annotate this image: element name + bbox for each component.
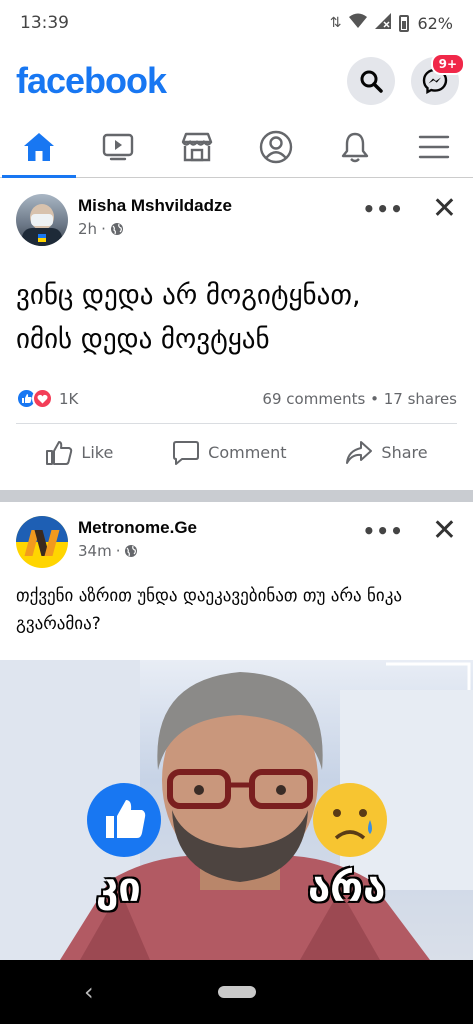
more-options-icon[interactable]: •••: [363, 199, 404, 219]
comment-button[interactable]: Comment: [172, 440, 287, 466]
dot-separator: ·: [101, 220, 106, 238]
main-nav: [0, 116, 473, 178]
answer-no-label: არა: [308, 865, 386, 911]
header-actions: 9+: [347, 53, 465, 105]
share-button[interactable]: Share: [345, 440, 428, 466]
post-header: Misha Mshvildadze 2h · ••• ✕: [0, 178, 473, 246]
tab-marketplace[interactable]: [158, 116, 236, 178]
status-time: 13:39: [20, 13, 69, 33]
hamburger-menu-icon: [418, 135, 449, 158]
search-button[interactable]: [347, 57, 395, 105]
facebook-logo[interactable]: facebook: [16, 60, 167, 102]
messenger-badge: 9+: [430, 53, 465, 75]
love-reaction-icon: [32, 388, 53, 409]
battery-icon: [399, 14, 410, 32]
reaction-icons: [16, 388, 53, 409]
globe-icon: [125, 545, 138, 557]
comments-shares-count[interactable]: 69 comments • 17 shares: [262, 390, 457, 408]
post-action-bar: Like Comment Share: [16, 423, 457, 481]
wifi-icon: [349, 13, 368, 33]
search-icon: [360, 70, 383, 93]
signal-icon: [375, 13, 392, 33]
author-name[interactable]: Misha Mshvildadze: [78, 196, 232, 216]
status-bar: 13:39 ⇅ 62%: [0, 0, 473, 46]
post-top-actions: ••• ✕: [363, 194, 458, 224]
post-header: Metronome.Ge 34m · ••• ✕: [0, 502, 473, 568]
tab-home[interactable]: [0, 116, 78, 178]
thumbs-up-icon: [46, 440, 73, 465]
tab-menu[interactable]: [395, 116, 473, 178]
bell-icon: [341, 132, 368, 162]
post-image[interactable]: კი არა: [0, 660, 473, 960]
post-text-line-1: ვინც დედა არ მოგიტყნათ,: [16, 280, 361, 311]
more-options-icon[interactable]: •••: [363, 521, 404, 541]
comment-label: Comment: [208, 443, 287, 462]
avatar[interactable]: [16, 516, 68, 568]
share-icon: [346, 440, 373, 464]
author-name[interactable]: Metronome.Ge: [78, 518, 197, 538]
store-icon: [181, 132, 213, 161]
post-text: თქვენი აზრით უნდა დაეკავებინათ თუ არა ნი…: [16, 586, 402, 634]
home-icon: [24, 132, 55, 161]
dot-separator: ·: [115, 542, 121, 560]
back-icon[interactable]: ‹: [84, 978, 94, 1006]
feed-divider: [0, 490, 473, 502]
status-icons: ⇅ 62%: [330, 13, 453, 33]
post-text-line-2: იმის დედა მოვტყან: [16, 324, 270, 355]
post-metronome: Metronome.Ge 34m · ••• ✕ თქვენი აზრით უნ…: [0, 502, 473, 638]
post-meta: Misha Mshvildadze 2h ·: [78, 194, 232, 238]
share-label: Share: [381, 443, 428, 462]
close-icon[interactable]: ✕: [432, 516, 457, 546]
video-icon: [103, 133, 134, 160]
post-time-row: 2h ·: [78, 220, 232, 238]
post-misha: Misha Mshvildadze 2h · ••• ✕ ვინც დედა ა…: [0, 178, 473, 490]
like-label: Like: [81, 443, 114, 462]
post-meta: Metronome.Ge 34m ·: [78, 516, 197, 560]
data-arrows-icon: ⇅: [329, 15, 342, 31]
tab-watch[interactable]: [79, 116, 157, 178]
home-pill[interactable]: [218, 986, 256, 998]
post-time[interactable]: 34m: [78, 542, 112, 560]
post-time-row: 34m ·: [78, 542, 197, 560]
close-icon[interactable]: ✕: [432, 194, 457, 224]
messenger-button[interactable]: 9+: [411, 53, 465, 105]
like-button[interactable]: Like: [45, 440, 113, 466]
app-header: facebook 9+: [0, 46, 473, 116]
photo-illustration: [0, 660, 473, 960]
comment-icon: [173, 440, 200, 465]
tab-profile[interactable]: [237, 116, 315, 178]
post-time[interactable]: 2h: [78, 220, 97, 238]
post-top-actions: ••• ✕: [363, 516, 458, 546]
battery-percent: 62%: [417, 13, 453, 33]
reaction-count: 1K: [59, 389, 79, 408]
reactions-summary[interactable]: 1K: [16, 388, 78, 409]
post-stats: 1K 69 comments • 17 shares: [0, 362, 473, 423]
profile-icon: [259, 130, 293, 163]
tab-notifications[interactable]: [316, 116, 394, 178]
post-text: ვინც დედა არ მოგიტყნათ, იმის დედა მოვტყა…: [0, 246, 473, 362]
globe-icon: [110, 223, 123, 235]
system-nav-bar: ‹: [0, 960, 473, 1024]
avatar[interactable]: [16, 194, 68, 246]
answer-yes-label: კი: [96, 865, 141, 911]
